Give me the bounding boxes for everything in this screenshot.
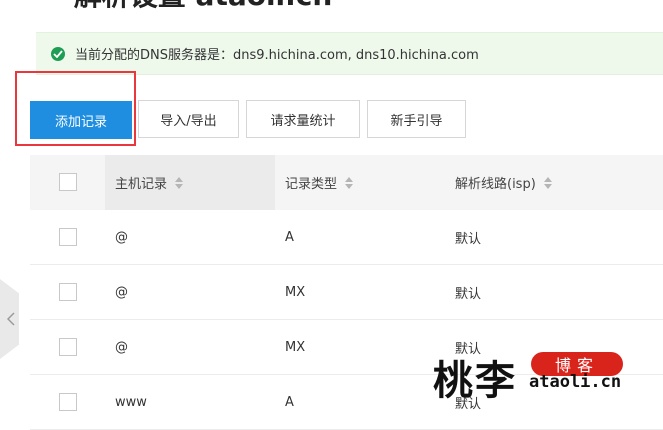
column-label: 记录类型 bbox=[285, 177, 338, 192]
sort-icon[interactable] bbox=[543, 176, 552, 189]
dns-records-table: 主机记录 记录类型 解析线路(isp) @ A 默认 @ MX 默认 @ MX … bbox=[30, 155, 663, 430]
column-resolution-line[interactable]: 解析线路(isp) bbox=[455, 155, 552, 210]
dns-server-text: 当前分配的DNS服务器是：dns9.hichina.com, dns10.hic… bbox=[75, 48, 479, 63]
page-heading: ← 解析设置 ataoli.cn bbox=[38, 0, 332, 12]
line-cell: 默认 bbox=[455, 232, 482, 247]
dns-settings-page: ← 解析设置 ataoli.cn 当前分配的DNS服务器是：dns9.hichi… bbox=[0, 0, 663, 430]
host-cell: @ bbox=[115, 340, 128, 355]
row-checkbox[interactable] bbox=[59, 338, 77, 356]
table-header: 主机记录 记录类型 解析线路(isp) bbox=[30, 155, 663, 210]
host-cell: www bbox=[115, 395, 147, 410]
column-host-record[interactable]: 主机记录 bbox=[115, 155, 184, 210]
column-label: 解析线路(isp) bbox=[455, 177, 536, 192]
sort-icon[interactable] bbox=[345, 176, 354, 189]
table-row: @ A 默认 bbox=[30, 210, 663, 265]
row-checkbox[interactable] bbox=[59, 283, 77, 301]
type-cell: MX bbox=[285, 285, 306, 300]
row-checkbox[interactable] bbox=[59, 393, 77, 411]
table-row: @ MX 默认 bbox=[30, 265, 663, 320]
chevron-left-icon bbox=[6, 312, 15, 326]
table-row: www A 默认 bbox=[30, 375, 663, 430]
line-cell: 默认 bbox=[455, 287, 482, 302]
page-title: 解析设置 ataoli.cn bbox=[74, 0, 333, 14]
host-cell: @ bbox=[115, 285, 128, 300]
type-cell: A bbox=[285, 395, 294, 410]
line-cell: 默认 bbox=[455, 342, 482, 357]
line-cell: 默认 bbox=[455, 397, 482, 412]
request-stats-button[interactable]: 请求量统计 bbox=[246, 100, 360, 138]
type-cell: A bbox=[285, 230, 294, 245]
check-circle-icon bbox=[51, 46, 65, 61]
add-record-button[interactable]: 添加记录 bbox=[30, 101, 132, 139]
column-record-type[interactable]: 记录类型 bbox=[285, 155, 354, 210]
collapse-sidebar-handle[interactable] bbox=[0, 279, 19, 359]
beginner-guide-button[interactable]: 新手引导 bbox=[367, 100, 466, 138]
import-export-button[interactable]: 导入/导出 bbox=[138, 100, 239, 138]
column-label: 主机记录 bbox=[115, 177, 168, 192]
dns-server-notice: 当前分配的DNS服务器是：dns9.hichina.com, dns10.hic… bbox=[36, 32, 663, 75]
row-checkbox[interactable] bbox=[59, 228, 77, 246]
table-row: @ MX 默认 bbox=[30, 320, 663, 375]
host-cell: @ bbox=[115, 230, 128, 245]
back-arrow-icon[interactable]: ← bbox=[38, 0, 60, 9]
sort-icon[interactable] bbox=[175, 176, 184, 189]
select-all-checkbox[interactable] bbox=[59, 173, 77, 191]
type-cell: MX bbox=[285, 340, 306, 355]
